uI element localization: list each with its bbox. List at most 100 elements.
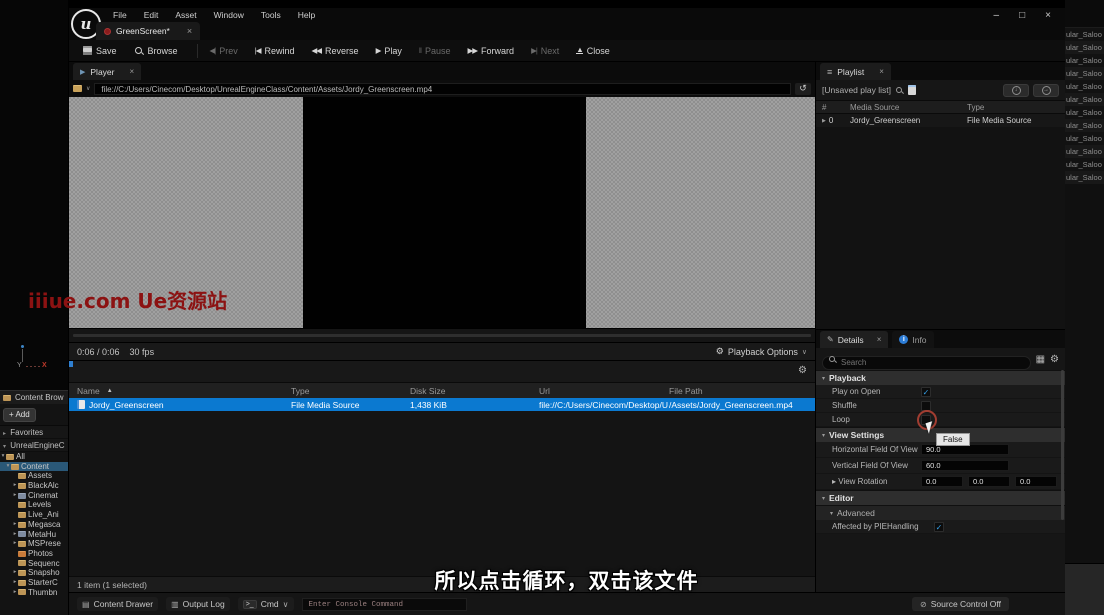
- shuffle-checkbox[interactable]: [921, 401, 931, 411]
- tree-item-assets[interactable]: Assets: [0, 471, 68, 481]
- tree-item-startercontent[interactable]: ▸StarterC: [0, 578, 68, 588]
- details-search-input[interactable]: [822, 356, 1031, 370]
- tab-info[interactable]: i Info: [892, 331, 933, 348]
- list-item[interactable]: ular_Saloo: [1065, 158, 1104, 171]
- chevron-right-icon: ▸: [3, 431, 6, 437]
- pie-handling-checkbox[interactable]: ✓: [934, 522, 944, 532]
- tree-item-all[interactable]: ▾All: [0, 452, 68, 462]
- open-next-button[interactable]: →: [1033, 84, 1059, 97]
- tree-item-mspresets[interactable]: ▸MSPrese: [0, 539, 68, 549]
- playback-options-button[interactable]: ⚙ Playback Options ∨: [716, 346, 807, 357]
- tree-item-metahumans[interactable]: ▸MetaHu: [0, 530, 68, 540]
- table-row-jordy-greenscreen[interactable]: Jordy_Greenscreen File Media Source 1,43…: [69, 398, 815, 411]
- output-log-button[interactable]: ▥ Output Log: [166, 597, 230, 611]
- tree-item-blackalchemy[interactable]: ▸BlackAlc: [0, 481, 68, 491]
- tree-item-photos[interactable]: Photos: [0, 549, 68, 559]
- menu-edit[interactable]: Edit: [144, 10, 159, 20]
- source-control-button[interactable]: ⊘ Source Control Off: [912, 597, 1009, 611]
- add-media-button[interactable]: ↓: [1003, 84, 1029, 97]
- rotation-z-field[interactable]: 0.0: [1015, 476, 1057, 487]
- tree-item-cinematics[interactable]: ▸Cinemat: [0, 491, 68, 501]
- tree-item-live-anim[interactable]: Live_Ani: [0, 510, 68, 520]
- list-item[interactable]: ular_Saloo: [1065, 93, 1104, 106]
- list-item[interactable]: ular_Saloo: [1065, 145, 1104, 158]
- project-root-row[interactable]: ▾ UnrealEngineC: [0, 439, 68, 452]
- toolbar: Save Browse ◀| Prev |◀ Rewind ◀◀ Reverse…: [69, 40, 1065, 62]
- save-button[interactable]: Save: [83, 46, 117, 56]
- tab-playlist[interactable]: ≡ Playlist ×: [820, 63, 891, 80]
- playlist-row-0[interactable]: ▶ 0 Jordy_Greenscreen File Media Source: [816, 114, 1065, 127]
- scrub-bar[interactable]: [69, 328, 815, 342]
- library-settings-button[interactable]: ⚙: [798, 365, 807, 376]
- list-item[interactable]: ular_Saloo: [1065, 67, 1104, 80]
- browse-button[interactable]: Browse: [134, 46, 178, 56]
- rotation-y-field[interactable]: 0.0: [968, 476, 1010, 487]
- status-bar: ▤ Content Drawer ▥ Output Log >_ Cmd ∨ E…: [69, 592, 1065, 615]
- play-button[interactable]: ▶ Play: [376, 46, 402, 56]
- play-on-open-checkbox[interactable]: ✓: [921, 387, 931, 397]
- details-settings-icon[interactable]: ⚙: [1050, 354, 1059, 365]
- column-url[interactable]: Url: [539, 386, 669, 396]
- tree-item-levels[interactable]: Levels: [0, 500, 68, 510]
- media-url-field[interactable]: file://C:/Users/Cinecom/Desktop/UnrealEn…: [94, 83, 791, 95]
- close-icon[interactable]: ×: [879, 67, 884, 76]
- reverse-button[interactable]: ◀◀ Reverse: [312, 46, 359, 56]
- rotation-x-field[interactable]: 0.0: [921, 476, 963, 487]
- tree-item-snapshots[interactable]: ▸Snapsho: [0, 568, 68, 578]
- close-media-button[interactable]: ▲ Close: [576, 46, 609, 56]
- content-drawer-button[interactable]: ▤ Content Drawer: [77, 597, 158, 611]
- reload-media-button[interactable]: ↺: [795, 83, 811, 95]
- menu-asset[interactable]: Asset: [175, 10, 196, 20]
- tree-item-content[interactable]: ▾Content: [0, 462, 68, 472]
- section-editor[interactable]: ▾ Editor: [816, 490, 1065, 505]
- minimize-button[interactable]: –: [994, 10, 1000, 21]
- list-item[interactable]: ular_Saloo: [1065, 28, 1104, 41]
- list-item[interactable]: ular_Saloo: [1065, 132, 1104, 145]
- folder-icon: [11, 464, 19, 470]
- column-view-icon[interactable]: ▦: [1036, 354, 1045, 365]
- column-disk-size[interactable]: Disk Size: [410, 386, 539, 396]
- tree-item-thumbnails[interactable]: ▸Thumbn: [0, 588, 68, 598]
- list-item[interactable]: ular_Saloo: [1065, 41, 1104, 54]
- close-icon[interactable]: ×: [877, 335, 882, 344]
- section-advanced[interactable]: ▾ Advanced: [816, 505, 1065, 520]
- vfov-field[interactable]: 60.0: [921, 460, 1009, 471]
- chevron-down-icon[interactable]: ∨: [86, 85, 90, 92]
- add-button[interactable]: + Add: [3, 408, 36, 422]
- tab-player[interactable]: ▶ Player ×: [73, 63, 141, 80]
- close-icon[interactable]: ×: [129, 67, 134, 76]
- list-item[interactable]: ular_Saloo: [1065, 119, 1104, 132]
- search-icon: [828, 355, 837, 364]
- asset-tab-greenscreen[interactable]: GreenScreen* ×: [96, 22, 200, 40]
- menu-help[interactable]: Help: [298, 10, 315, 20]
- close-window-button[interactable]: ×: [1045, 10, 1051, 21]
- timeline-track[interactable]: [73, 334, 811, 337]
- tab-details[interactable]: ✎ Details ×: [820, 331, 888, 348]
- console-command-input[interactable]: Enter Console Command: [302, 598, 467, 611]
- list-item[interactable]: ular_Saloo: [1065, 80, 1104, 93]
- rewind-button[interactable]: |◀ Rewind: [255, 46, 295, 56]
- close-tab-icon[interactable]: ×: [187, 26, 192, 36]
- chevron-right-icon[interactable]: ▸: [832, 477, 836, 486]
- column-type[interactable]: Type: [291, 386, 410, 396]
- list-item[interactable]: ular_Saloo: [1065, 106, 1104, 119]
- tree-item-megascans[interactable]: ▸Megasca: [0, 520, 68, 530]
- cmd-dropdown[interactable]: >_ Cmd ∨: [238, 597, 294, 611]
- open-folder-icon[interactable]: [73, 85, 82, 92]
- new-playlist-icon[interactable]: [908, 85, 916, 95]
- menu-tools[interactable]: Tools: [261, 10, 281, 20]
- maximize-button[interactable]: □: [1019, 10, 1025, 21]
- axis-gizmo: Y X: [12, 344, 56, 380]
- menu-window[interactable]: Window: [214, 10, 244, 20]
- scrollbar[interactable]: [1061, 370, 1064, 520]
- column-name[interactable]: Name ▲: [69, 386, 291, 396]
- forward-button[interactable]: ▶▶ Forward: [468, 46, 515, 56]
- list-item[interactable]: ular_Saloo: [1065, 54, 1104, 67]
- tree-item-sequences[interactable]: Sequenc: [0, 559, 68, 569]
- column-file-path[interactable]: File Path: [669, 386, 815, 396]
- section-playback[interactable]: ▾ Playback: [816, 370, 1065, 385]
- menu-file[interactable]: File: [113, 10, 127, 20]
- list-item[interactable]: ular_Saloo: [1065, 171, 1104, 184]
- favorites-row[interactable]: ▸ Favorites: [0, 426, 68, 439]
- search-icon[interactable]: [895, 86, 904, 95]
